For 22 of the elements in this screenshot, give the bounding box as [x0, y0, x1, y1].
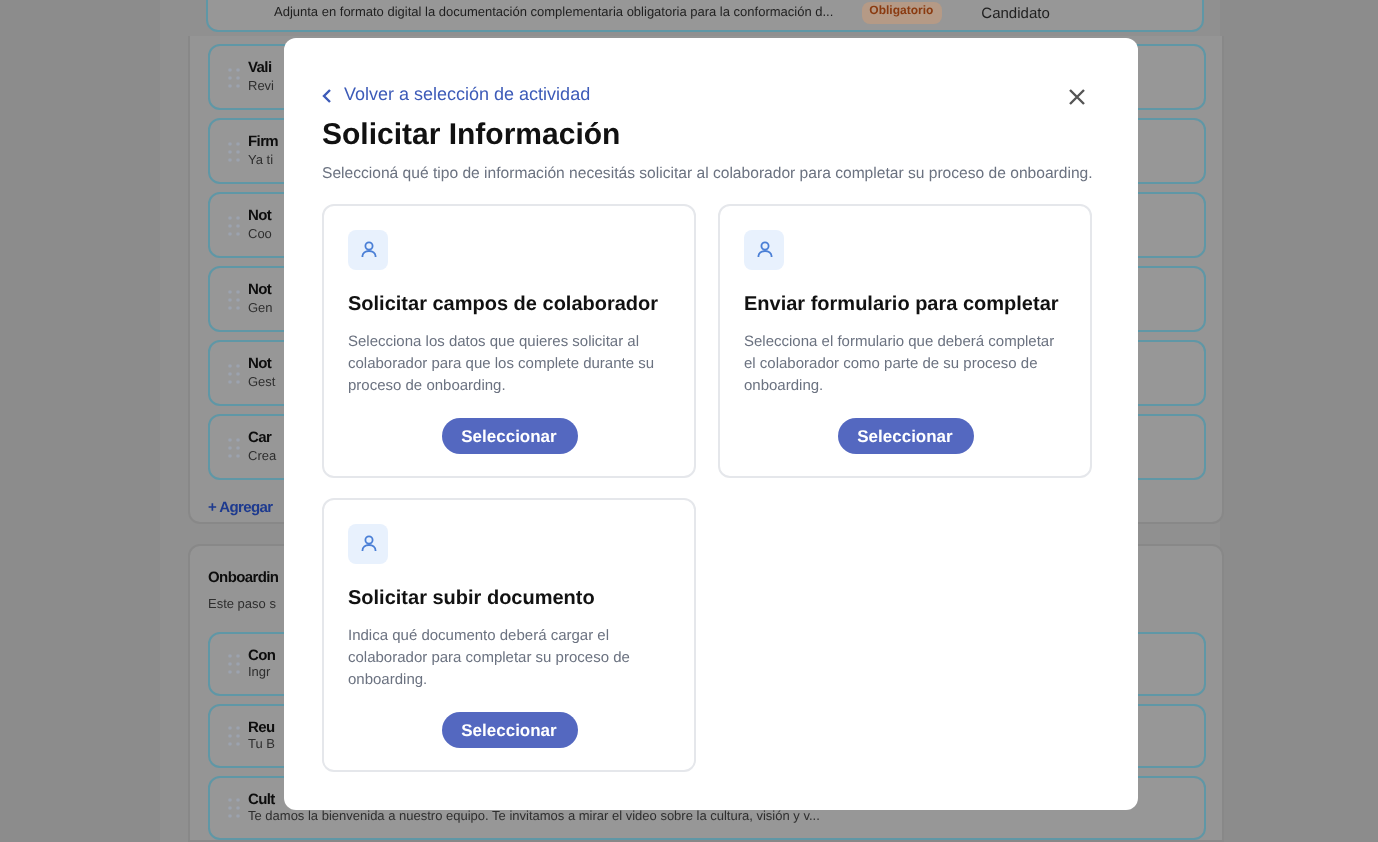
user-icon: [348, 523, 388, 564]
drag-handle-icon[interactable]: [228, 437, 240, 457]
user-icon: [744, 229, 784, 270]
user-icon: [348, 229, 388, 270]
option-title: Solicitar subir documento: [348, 585, 597, 614]
select-button[interactable]: Seleccionar: [837, 417, 973, 454]
drag-handle-icon[interactable]: [228, 215, 240, 235]
chevron-left-icon: [322, 87, 332, 104]
drag-handle-icon[interactable]: [228, 289, 240, 309]
option-title: Enviar formulario para completar: [744, 291, 1061, 320]
select-button[interactable]: Seleccionar: [441, 417, 577, 454]
drag-handle-icon[interactable]: [228, 654, 240, 674]
dialog-title: Solicitar Información: [322, 117, 623, 155]
option-title: Solicitar campos de colaborador: [348, 291, 661, 320]
drag-handle-icon[interactable]: [228, 141, 240, 161]
drag-handle-icon[interactable]: [228, 363, 240, 383]
drag-handle-icon[interactable]: [228, 726, 240, 746]
drag-handle-icon[interactable]: [228, 67, 240, 87]
select-button[interactable]: Seleccionar: [441, 711, 577, 748]
back-link[interactable]: Volver a selección de actividad: [322, 82, 591, 109]
close-button[interactable]: [1068, 88, 1086, 106]
drag-handle-icon[interactable]: [228, 798, 240, 818]
